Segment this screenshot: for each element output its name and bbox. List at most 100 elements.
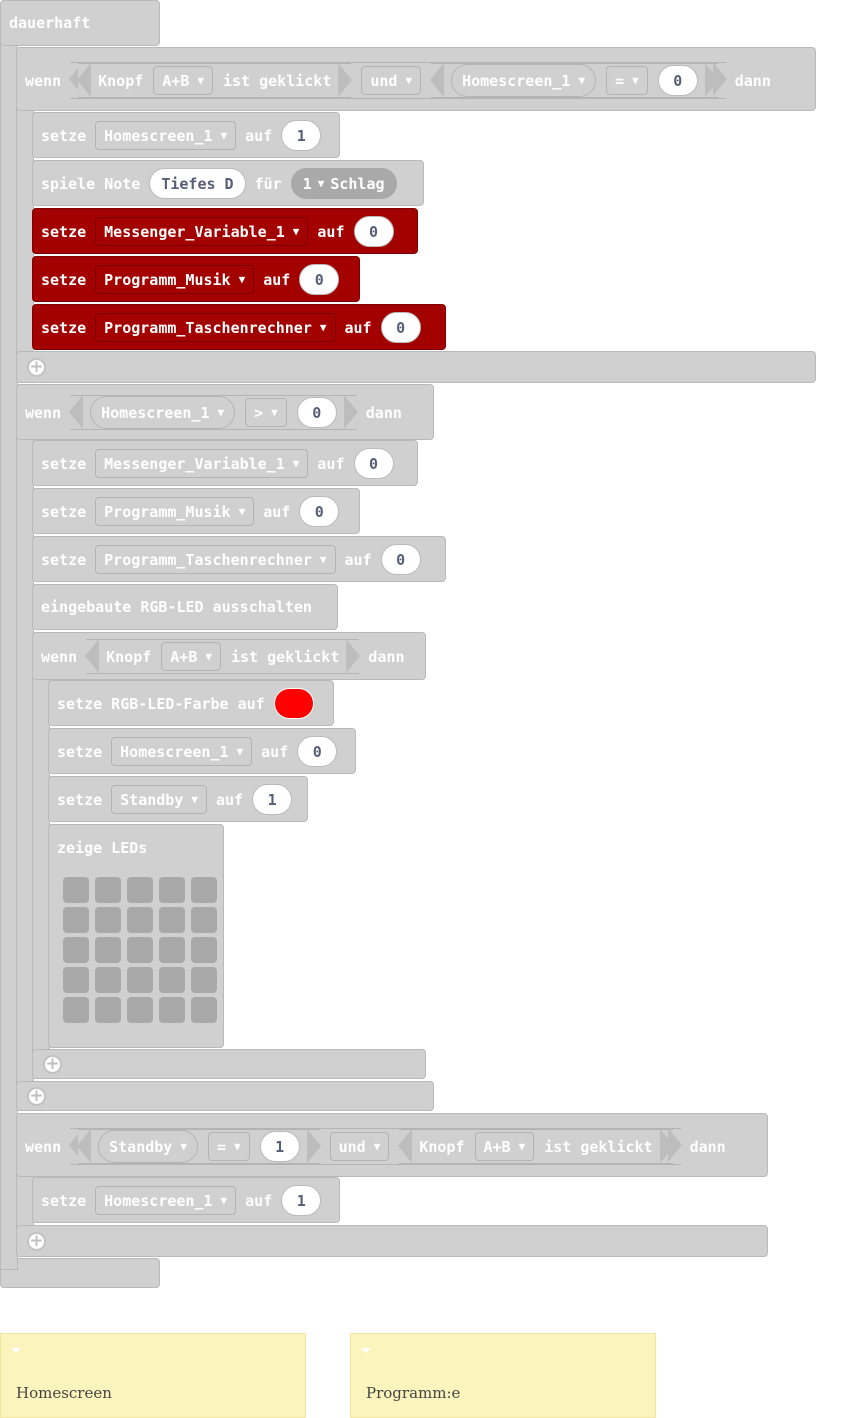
comment-text[interactable]: Homescreen bbox=[16, 1384, 112, 1402]
led-cell[interactable] bbox=[159, 907, 185, 933]
led-cell[interactable] bbox=[127, 997, 153, 1023]
number-input[interactable]: 0 bbox=[380, 312, 421, 343]
comment-text[interactable]: Programm:e bbox=[366, 1384, 460, 1402]
operator-dropdown[interactable]: = ▼ bbox=[606, 66, 648, 95]
set-variable-block[interactable]: setze Standby ▼ auf 1 bbox=[48, 776, 308, 822]
number-input[interactable]: 0 bbox=[657, 65, 698, 96]
led-cell[interactable] bbox=[95, 967, 121, 993]
variable-dropdown[interactable]: Programm_Musik ▼ bbox=[95, 265, 255, 294]
variable-dropdown[interactable]: Programm_Taschenrechner ▼ bbox=[95, 313, 336, 342]
forever-loop-bottom[interactable] bbox=[0, 1258, 160, 1288]
variable-reporter[interactable]: Homescreen_1 ▼ bbox=[90, 396, 236, 429]
variable-reporter[interactable]: Homescreen_1 ▼ bbox=[451, 64, 597, 97]
collapse-icon[interactable] bbox=[11, 1348, 21, 1353]
if2-header[interactable]: wenn Homescreen_1 ▼ > ▼ 0 dann bbox=[16, 384, 434, 440]
logic-operator-dropdown[interactable]: und ▼ bbox=[361, 66, 422, 95]
button-pressed-condition[interactable]: Knopf A+B ▼ ist geklickt bbox=[398, 1129, 674, 1164]
add-else-icon[interactable]: + bbox=[27, 1087, 46, 1106]
forever-loop-header[interactable]: dauerhaft bbox=[0, 0, 160, 46]
operator-dropdown[interactable]: = ▼ bbox=[207, 1132, 250, 1161]
led-cell[interactable] bbox=[191, 967, 217, 993]
add-else-icon[interactable]: + bbox=[43, 1055, 62, 1074]
compare-condition[interactable]: Standby ▼ = ▼ 1 bbox=[77, 1129, 321, 1164]
collapse-icon[interactable] bbox=[361, 1348, 371, 1353]
number-input[interactable]: 0 bbox=[299, 496, 340, 527]
set-variable-block[interactable]: setze Homescreen_1 ▼ auf 1 bbox=[32, 1177, 340, 1223]
led-cell[interactable] bbox=[63, 877, 89, 903]
workspace-comment[interactable]: Homescreen bbox=[0, 1333, 306, 1418]
if3-footer[interactable]: + bbox=[16, 1225, 768, 1257]
number-input[interactable]: 0 bbox=[353, 448, 394, 479]
led-cell[interactable] bbox=[95, 877, 121, 903]
number-input[interactable]: 1 bbox=[281, 120, 322, 151]
led-cell[interactable] bbox=[191, 907, 217, 933]
led-cell[interactable] bbox=[191, 877, 217, 903]
if1-header[interactable]: wenn Knopf A+B ▼ ist geklickt und ▼ Homesc… bbox=[16, 47, 816, 111]
variable-dropdown[interactable]: Programm_Musik ▼ bbox=[95, 497, 255, 526]
led-cell[interactable] bbox=[127, 877, 153, 903]
variable-dropdown[interactable]: Programm_Taschenrechner ▼ bbox=[95, 545, 336, 574]
led-cell[interactable] bbox=[63, 967, 89, 993]
note-input[interactable]: Tiefes D bbox=[149, 168, 246, 199]
led-cell[interactable] bbox=[159, 997, 185, 1023]
led-cell[interactable] bbox=[95, 997, 121, 1023]
number-input[interactable]: 0 bbox=[353, 216, 394, 247]
led-cell[interactable] bbox=[63, 907, 89, 933]
play-tone-block[interactable]: spiele Note Tiefes D für 1 ▼ Schlag bbox=[32, 160, 424, 206]
button-pressed-condition[interactable]: Knopf A+B ▼ ist geklickt bbox=[77, 63, 353, 98]
variable-dropdown[interactable]: Standby ▼ bbox=[111, 785, 207, 814]
set-variable-block[interactable]: setze Programm_Taschenrechner ▼ auf 0 bbox=[32, 304, 446, 350]
led-cell[interactable] bbox=[127, 937, 153, 963]
button-dropdown[interactable]: A+B ▼ bbox=[474, 1132, 535, 1161]
logic-and-condition[interactable]: Knopf A+B ▼ ist geklickt und ▼ Homescreen_… bbox=[69, 62, 727, 99]
led-cell[interactable] bbox=[159, 937, 185, 963]
logic-operator-dropdown[interactable]: und ▼ bbox=[329, 1132, 390, 1161]
workspace-comment[interactable]: Programm:e bbox=[350, 1333, 656, 1418]
variable-dropdown[interactable]: Homescreen_1 ▼ bbox=[95, 121, 237, 150]
variable-dropdown[interactable]: Messenger_Variable_1 ▼ bbox=[95, 449, 309, 478]
led-cell[interactable] bbox=[159, 877, 185, 903]
compare-condition[interactable]: Homescreen_1 ▼ > ▼ 0 bbox=[69, 395, 358, 430]
set-rgb-color-block[interactable]: setze RGB-LED-Farbe auf bbox=[48, 680, 334, 726]
beat-dropdown[interactable]: 1 ▼ Schlag bbox=[290, 168, 397, 199]
number-input[interactable]: 1 bbox=[252, 784, 293, 815]
led-cell[interactable] bbox=[95, 907, 121, 933]
variable-dropdown[interactable]: Homescreen_1 ▼ bbox=[95, 1186, 237, 1215]
led-cell[interactable] bbox=[63, 937, 89, 963]
button-dropdown[interactable]: A+B ▼ bbox=[153, 66, 213, 95]
set-variable-block[interactable]: setze Messenger_Variable_1 ▼ auf 0 bbox=[32, 208, 418, 254]
if3-header[interactable]: wenn Standby ▼ = ▼ 1 und ▼ Knopf A+B ▼ ist g… bbox=[16, 1113, 768, 1177]
led-cell[interactable] bbox=[127, 967, 153, 993]
operator-dropdown[interactable]: > ▼ bbox=[245, 398, 287, 427]
rgb-led-off-block[interactable]: eingebaute RGB-LED ausschalten bbox=[32, 584, 338, 630]
number-input[interactable]: 0 bbox=[296, 397, 337, 428]
variable-dropdown[interactable]: Homescreen_1 ▼ bbox=[111, 737, 253, 766]
compare-condition[interactable]: Homescreen_1 ▼ = ▼ 0 bbox=[430, 63, 719, 98]
set-variable-block[interactable]: setze Programm_Taschenrechner ▼ auf 0 bbox=[32, 536, 446, 582]
if2-footer[interactable]: + bbox=[16, 1081, 434, 1111]
button-pressed-condition[interactable]: Knopf A+B ▼ ist geklickt bbox=[85, 639, 361, 674]
led-cell[interactable] bbox=[127, 907, 153, 933]
led-cell[interactable] bbox=[191, 997, 217, 1023]
number-input[interactable]: 1 bbox=[259, 1131, 300, 1162]
set-variable-block[interactable]: setze Programm_Musik ▼ auf 0 bbox=[32, 488, 360, 534]
set-variable-block[interactable]: setze Messenger_Variable_1 ▼ auf 0 bbox=[32, 440, 418, 486]
led-cell[interactable] bbox=[191, 937, 217, 963]
number-input[interactable]: 1 bbox=[281, 1185, 322, 1216]
logic-and-condition[interactable]: Standby ▼ = ▼ 1 und ▼ Knopf A+B ▼ ist geklic… bbox=[69, 1128, 683, 1165]
led-cell[interactable] bbox=[159, 967, 185, 993]
button-dropdown[interactable]: A+B ▼ bbox=[161, 642, 221, 671]
number-input[interactable]: 0 bbox=[299, 264, 340, 295]
set-variable-block[interactable]: setze Homescreen_1 ▼ auf 1 bbox=[32, 112, 340, 158]
add-else-icon[interactable]: + bbox=[27, 358, 46, 377]
set-variable-block[interactable]: setze Homescreen_1 ▼ auf 0 bbox=[48, 728, 356, 774]
variable-reporter[interactable]: Standby ▼ bbox=[98, 1130, 198, 1163]
if1-footer[interactable]: + bbox=[16, 351, 816, 383]
led-cell[interactable] bbox=[63, 997, 89, 1023]
add-else-icon[interactable]: + bbox=[27, 1232, 46, 1251]
color-picker[interactable] bbox=[273, 688, 314, 719]
led-cell[interactable] bbox=[95, 937, 121, 963]
show-leds-block[interactable]: zeige LEDs bbox=[48, 824, 224, 1048]
number-input[interactable]: 0 bbox=[297, 736, 338, 767]
inner-if-header[interactable]: wenn Knopf A+B ▼ ist geklickt dann bbox=[32, 632, 426, 680]
